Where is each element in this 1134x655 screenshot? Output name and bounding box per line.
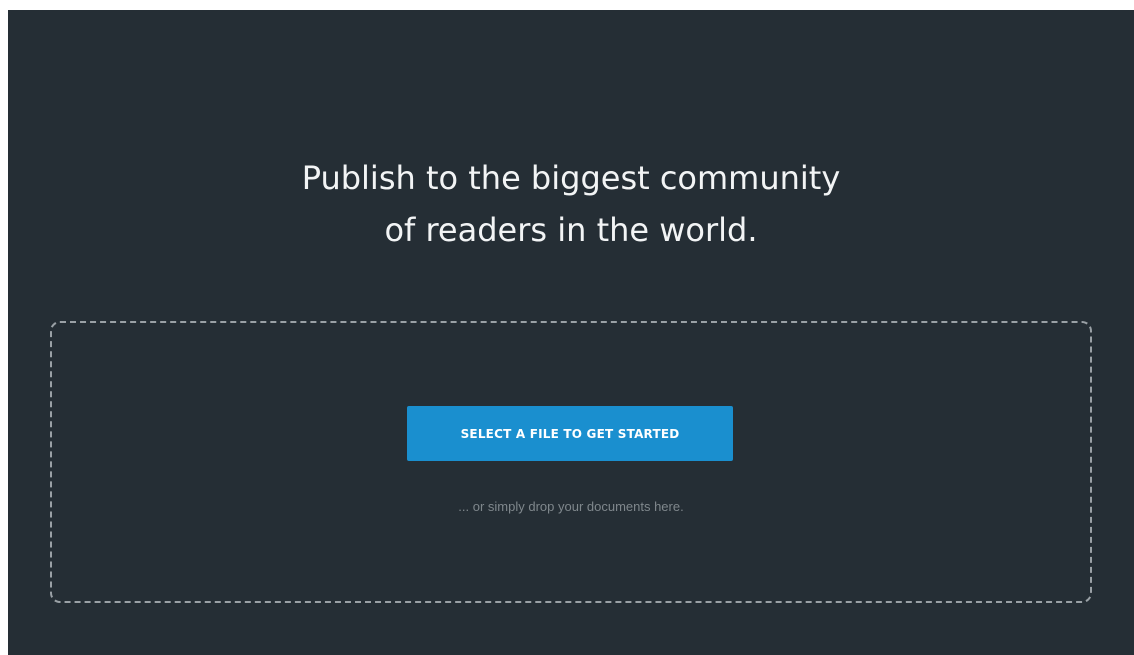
file-drop-zone[interactable]: SELECT A FILE TO GET STARTED ... or simp… [50,321,1092,603]
select-file-button[interactable]: SELECT A FILE TO GET STARTED [407,406,733,461]
page-title-line-2: of readers in the world. [384,211,758,249]
page-title-line-1: Publish to the biggest community [301,159,841,197]
upload-panel: Publish to the biggest community of read… [8,10,1134,655]
drop-hint-text: ... or simply drop your documents here. [458,499,684,514]
page-title: Publish to the biggest community of read… [8,152,1134,256]
